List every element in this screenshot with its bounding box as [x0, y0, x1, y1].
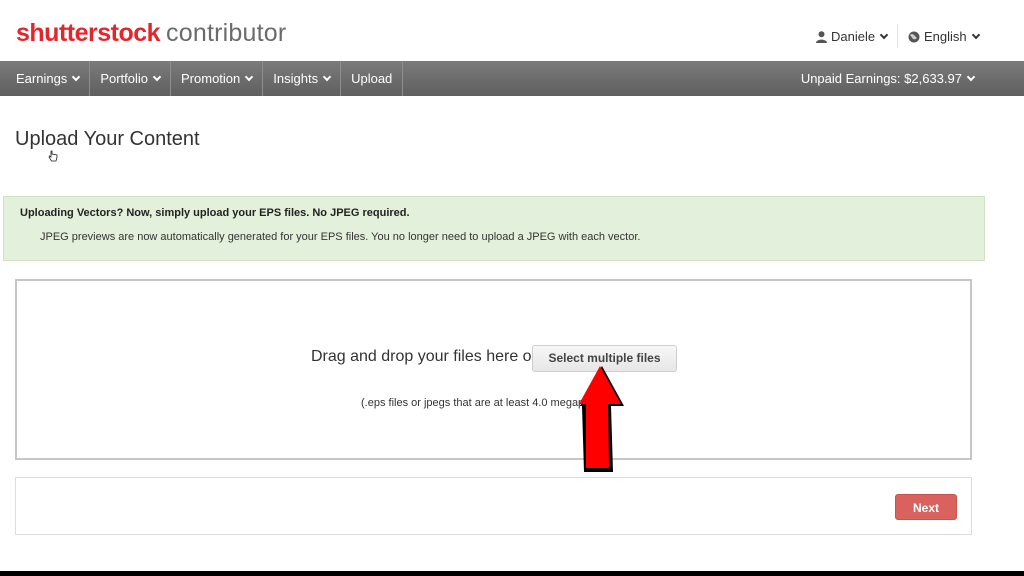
upload-footer: Next [15, 477, 972, 535]
unpaid-earnings-label: Unpaid Earnings: $2,633.97 [800, 71, 962, 86]
chevron-down-icon [152, 72, 162, 81]
chevron-down-icon [879, 30, 889, 39]
nav-item-upload[interactable]: Upload [341, 61, 404, 96]
nav-item-promotion[interactable]: Promotion [171, 61, 264, 96]
nav-item-label: Upload [351, 71, 393, 86]
nav-item-label: Insights [273, 71, 319, 86]
user-icon [816, 30, 827, 43]
bottom-edge-bar [0, 571, 1024, 576]
chevron-down-icon [971, 30, 980, 39]
shutterstock-contributor-logo[interactable]: shutterstock contributor [16, 18, 286, 48]
user-menu[interactable]: Daniele [816, 29, 889, 44]
logo-brand-text: shutterstock [16, 19, 161, 47]
logo-sub-text: contributor [166, 19, 287, 47]
language-menu[interactable]: English [908, 29, 980, 44]
dropzone-prompt: Drag and drop your files here or [311, 348, 537, 365]
next-button[interactable]: Next [895, 494, 957, 520]
file-dropzone[interactable]: Drag and drop your files here or Select … [15, 279, 972, 460]
language-label: English [924, 29, 967, 44]
globe-icon [908, 31, 920, 43]
nav-item-label: Promotion [181, 71, 241, 86]
mouse-cursor-icon [48, 150, 58, 165]
page-title: Upload Your Content [15, 128, 200, 150]
chevron-down-icon [72, 72, 81, 81]
header-divider [897, 24, 898, 48]
nav-item-insights[interactable]: Insights [263, 61, 342, 96]
nav-item-label: Earnings [16, 71, 68, 86]
red-arrow-annotation-icon [576, 364, 628, 479]
chevron-down-icon [966, 72, 976, 81]
alert-text: JPEG previews are now automatically gene… [40, 231, 641, 243]
main-nav: Earnings Portfolio Promotion Insights Up… [0, 61, 1024, 96]
chevron-down-icon [322, 72, 332, 81]
unpaid-earnings-menu[interactable]: Unpaid Earnings: $2,633.97 [800, 61, 976, 96]
dropzone-note: (.eps files or jpegs that are at least 4… [361, 397, 610, 409]
chevron-down-icon [245, 72, 254, 81]
top-header: shutterstock contributor Daniele English [0, 0, 1024, 61]
user-name: Daniele [831, 29, 876, 44]
vector-info-alert: Uploading Vectors? Now, simply upload yo… [3, 196, 985, 261]
nav-item-portfolio[interactable]: Portfolio [90, 61, 172, 96]
alert-title: Uploading Vectors? Now, simply upload yo… [20, 207, 410, 219]
nav-item-earnings[interactable]: Earnings [0, 61, 91, 96]
nav-item-label: Portfolio [100, 71, 149, 86]
